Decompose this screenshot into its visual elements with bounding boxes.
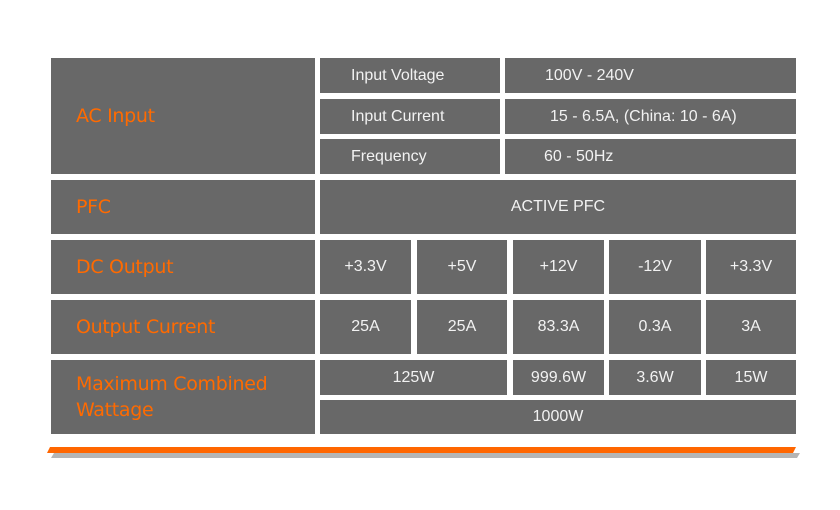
dc-output-value: +12V <box>513 240 604 294</box>
dc-output-value: -12V <box>609 240 701 294</box>
output-current-value: 25A <box>320 300 411 354</box>
frequency-value: 60 - 50Hz <box>505 139 796 174</box>
max-wattage-value: 15W <box>706 360 796 395</box>
output-current-header: Output Current <box>51 300 315 354</box>
max-wattage-value: 999.6W <box>513 360 604 395</box>
max-wattage-total: 1000W <box>320 400 796 434</box>
output-current-value: 25A <box>417 300 507 354</box>
output-current-value: 83.3A <box>513 300 604 354</box>
frequency-label: Frequency <box>320 139 500 174</box>
output-current-value: 3A <box>706 300 796 354</box>
max-wattage-value: 125W <box>320 360 507 395</box>
pfc-value: ACTIVE PFC <box>320 180 796 234</box>
ac-input-header-label: AC Input <box>76 105 155 127</box>
dc-output-value: +3.3V <box>320 240 411 294</box>
accent-bar-shadow <box>51 453 800 458</box>
input-voltage-label: Input Voltage <box>320 58 500 93</box>
dc-output-value: +3.3V <box>706 240 796 294</box>
max-wattage-value: 3.6W <box>609 360 701 395</box>
accent-bar <box>47 447 800 458</box>
dc-output-value: +5V <box>417 240 507 294</box>
output-current-value: 0.3A <box>609 300 701 354</box>
input-current-value: 15 - 6.5A, (China: 10 - 6A) <box>505 99 796 134</box>
accent-bar-orange <box>47 447 796 453</box>
ac-input-header: AC Input <box>51 58 315 174</box>
input-current-label: Input Current <box>320 99 500 134</box>
pfc-header: PFC <box>51 180 315 234</box>
max-wattage-header: Maximum Combined Wattage <box>51 360 315 434</box>
input-voltage-value: 100V - 240V <box>505 58 796 93</box>
dc-output-header: DC Output <box>51 240 315 294</box>
